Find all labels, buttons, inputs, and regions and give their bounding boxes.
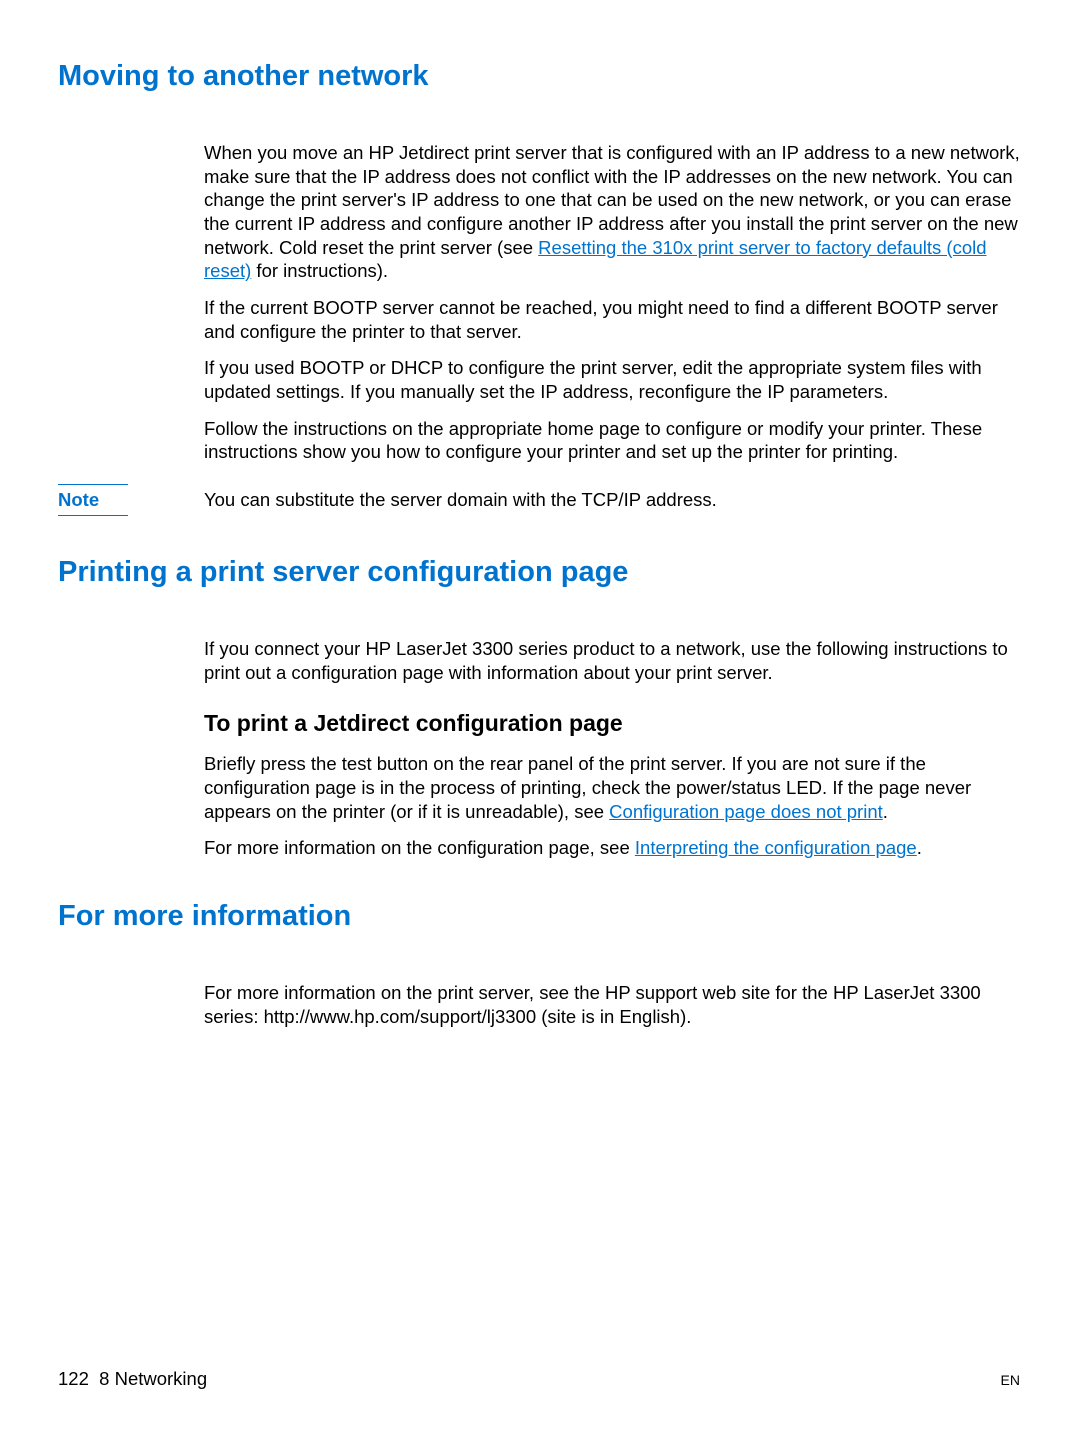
paragraph: When you move an HP Jetdirect print serv… [204, 141, 1020, 283]
heading-moving-network: Moving to another network [58, 60, 1020, 93]
language-label: EN [1001, 1372, 1020, 1388]
note-text: You can substitute the server domain wit… [204, 488, 1020, 512]
body-text-2: If you connect your HP LaserJet 3300 ser… [204, 637, 1020, 860]
body-text-3: For more information on the print server… [204, 981, 1020, 1028]
paragraph: Follow the instructions on the appropria… [204, 417, 1020, 464]
paragraph: If you used BOOTP or DHCP to configure t… [204, 356, 1020, 403]
body-text-1: When you move an HP Jetdirect print serv… [204, 141, 1020, 464]
paragraph: If the current BOOTP server cannot be re… [204, 296, 1020, 343]
paragraph: Briefly press the test button on the rea… [204, 752, 1020, 823]
note-block: Note You can substitute the server domai… [58, 484, 1020, 516]
chapter-label: 8 Networking [99, 1368, 207, 1389]
link-config-not-print[interactable]: Configuration page does not print [609, 801, 883, 822]
note-label: Note [58, 484, 128, 516]
page-footer: 122 8 Networking EN [58, 1368, 1020, 1390]
section-more-info: For more information For more informatio… [58, 900, 1020, 1028]
paragraph: If you connect your HP LaserJet 3300 ser… [204, 637, 1020, 684]
paragraph: For more information on the configuratio… [204, 836, 1020, 860]
subheading-jetdirect: To print a Jetdirect configuration page [204, 710, 1020, 737]
heading-printing-config: Printing a print server configuration pa… [58, 556, 1020, 589]
page-number: 122 [58, 1368, 89, 1389]
section-moving-network: Moving to another network When you move … [58, 60, 1020, 516]
paragraph: For more information on the print server… [204, 981, 1020, 1028]
link-interpreting-config[interactable]: Interpreting the configuration page [635, 837, 917, 858]
section-printing-config: Printing a print server configuration pa… [58, 556, 1020, 860]
heading-more-info: For more information [58, 900, 1020, 933]
